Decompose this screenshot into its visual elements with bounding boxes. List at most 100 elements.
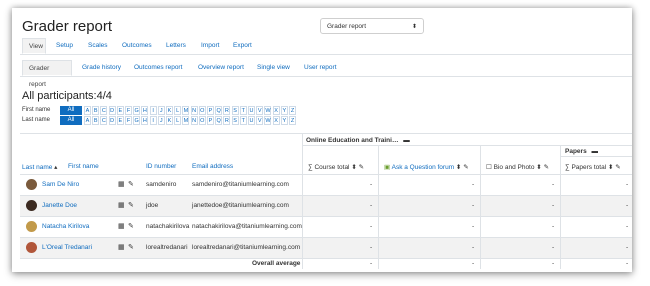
edit-icon[interactable]: ✎ (128, 180, 134, 188)
student-name-link[interactable]: Natacha Kirilova (42, 223, 89, 230)
last-name-initial-p[interactable]: P (207, 116, 214, 125)
edit-icon[interactable]: ✎ (128, 222, 134, 230)
last-name-initial-o[interactable]: O (198, 116, 206, 125)
first-name-initial-x[interactable]: X (272, 106, 280, 115)
first-name-initial-n[interactable]: N (190, 106, 198, 115)
first-name-initial-z[interactable]: Z (289, 106, 296, 115)
course-total-cell[interactable]: - (370, 223, 372, 230)
sort-icon[interactable]: ⬍ (351, 164, 356, 171)
bio-photo-cell[interactable]: - (552, 202, 554, 209)
bio-photo-cell[interactable]: - (552, 223, 554, 230)
edit-icon[interactable]: ✎ (128, 201, 134, 209)
edit-icon[interactable]: ✎ (615, 164, 620, 171)
last-name-initial-d[interactable]: D (108, 116, 116, 125)
header-first-name[interactable]: First name (68, 163, 99, 170)
last-name-initial-t[interactable]: T (239, 116, 247, 125)
last-name-initial-r[interactable]: R (223, 116, 231, 125)
course-total-cell[interactable]: - (370, 244, 372, 251)
first-name-initial-b[interactable]: B (92, 106, 100, 115)
edit-icon[interactable]: ✎ (544, 164, 549, 171)
avatar[interactable] (26, 242, 37, 253)
first-name-initial-k[interactable]: K (166, 106, 173, 115)
sort-icon[interactable]: ⬍ (536, 164, 541, 171)
subtab-overview-report[interactable]: Overview report (198, 60, 244, 76)
first-name-initial-h[interactable]: H (141, 106, 149, 115)
course-total-cell[interactable]: - (370, 202, 372, 209)
last-name-initial-l[interactable]: L (174, 116, 182, 125)
last-name-initial-u[interactable]: U (248, 116, 255, 125)
first-name-initial-l[interactable]: L (174, 106, 182, 115)
subtab-user-report[interactable]: User report (304, 60, 337, 76)
first-name-initial-a[interactable]: A (84, 106, 91, 115)
last-name-initial-k[interactable]: K (166, 116, 173, 125)
papers-total-cell[interactable]: - (626, 223, 628, 230)
first-name-initial-j[interactable]: J (157, 106, 165, 115)
avatar[interactable] (26, 221, 37, 232)
tab-export[interactable]: Export (233, 38, 252, 54)
last-name-initial-s[interactable]: S (231, 116, 239, 125)
last-name-initial-h[interactable]: H (141, 116, 149, 125)
grades-table-icon[interactable]: ▦ (118, 201, 125, 209)
student-name-link[interactable]: Sam De Niro (42, 181, 79, 188)
last-name-initial-q[interactable]: Q (215, 116, 223, 125)
edit-icon[interactable]: ✎ (463, 164, 468, 171)
sort-icon[interactable]: ⬍ (608, 164, 613, 171)
tab-setup[interactable]: Setup (56, 38, 73, 54)
papers-total-cell[interactable]: - (626, 202, 628, 209)
subtab-outcomes-report[interactable]: Outcomes report (134, 60, 182, 76)
first-name-initial-r[interactable]: R (223, 106, 231, 115)
tab-import[interactable]: Import (201, 38, 219, 54)
papers-total-cell[interactable]: - (626, 244, 628, 251)
subtab-grade-history[interactable]: Grade history (82, 60, 121, 76)
first-name-initial-o[interactable]: O (198, 106, 206, 115)
last-name-initial-n[interactable]: N (190, 116, 198, 125)
header-id-number[interactable]: ID number (146, 163, 176, 170)
grades-table-icon[interactable]: ▦ (118, 222, 125, 230)
last-name-initial-z[interactable]: Z (289, 116, 296, 125)
header-last-name[interactable]: Last name ▴ (22, 163, 57, 171)
first-name-initial-e[interactable]: E (116, 106, 124, 115)
last-name-initial-m[interactable]: M (182, 116, 190, 125)
first-name-initial-f[interactable]: F (125, 106, 132, 115)
collapse-icon[interactable]: ▬ (592, 148, 599, 155)
student-name-link[interactable]: L'Oreal Tredanari (42, 244, 92, 251)
last-name-all-button[interactable]: All (60, 116, 82, 125)
last-name-initial-b[interactable]: B (92, 116, 100, 125)
tab-letters[interactable]: Letters (166, 38, 186, 54)
first-name-initial-s[interactable]: S (231, 106, 239, 115)
grades-table-icon[interactable]: ▦ (118, 243, 125, 251)
first-name-initial-v[interactable]: V (256, 106, 264, 115)
avatar[interactable] (26, 200, 37, 211)
subtab-grader-report[interactable]: Grader report (22, 60, 72, 88)
first-name-initial-t[interactable]: T (239, 106, 247, 115)
first-name-initial-p[interactable]: P (207, 106, 214, 115)
ask-forum-cell[interactable]: - (472, 181, 474, 188)
last-name-initial-w[interactable]: W (264, 116, 272, 125)
first-name-initial-w[interactable]: W (264, 106, 272, 115)
first-name-initial-c[interactable]: C (100, 106, 108, 115)
grades-table-icon[interactable]: ▦ (118, 180, 125, 188)
ask-forum-cell[interactable]: - (472, 202, 474, 209)
last-name-initial-i[interactable]: I (149, 116, 157, 125)
first-name-initial-y[interactable]: Y (280, 106, 288, 115)
first-name-initial-u[interactable]: U (248, 106, 255, 115)
collapse-icon[interactable]: ▬ (403, 137, 410, 144)
bio-photo-cell[interactable]: - (552, 244, 554, 251)
first-name-initial-i[interactable]: I (149, 106, 157, 115)
edit-icon[interactable]: ✎ (359, 164, 364, 171)
last-name-initial-f[interactable]: F (125, 116, 132, 125)
last-name-initial-v[interactable]: V (256, 116, 264, 125)
bio-photo-cell[interactable]: - (552, 181, 554, 188)
edit-icon[interactable]: ✎ (128, 243, 134, 251)
ask-forum-cell[interactable]: - (472, 223, 474, 230)
first-name-initial-m[interactable]: M (182, 106, 190, 115)
avatar[interactable] (26, 179, 37, 190)
header-email[interactable]: Email address (192, 163, 233, 170)
first-name-initial-d[interactable]: D (108, 106, 116, 115)
last-name-initial-c[interactable]: C (100, 116, 108, 125)
header-link[interactable]: Ask a Question forum (392, 164, 455, 171)
last-name-initial-x[interactable]: X (272, 116, 280, 125)
tab-outcomes[interactable]: Outcomes (122, 38, 152, 54)
student-name-link[interactable]: Janette Doe (42, 202, 77, 209)
sort-icon[interactable]: ⬍ (456, 164, 461, 171)
